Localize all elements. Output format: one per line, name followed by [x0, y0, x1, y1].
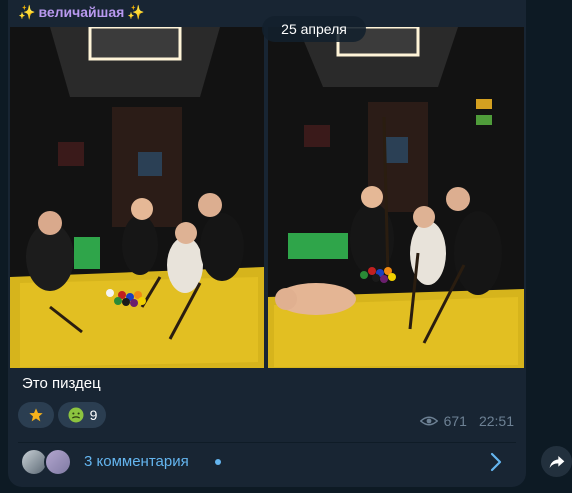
- message-caption: Это пиздец: [22, 375, 101, 392]
- message-meta: 671 22:51: [419, 413, 514, 429]
- photo-2-image: [268, 27, 524, 368]
- photo-1[interactable]: [10, 27, 264, 368]
- view-count: 671: [443, 413, 467, 429]
- share-arrow-icon: [549, 455, 564, 468]
- reaction-star[interactable]: [18, 402, 54, 428]
- comments-label: 3 комментария: [84, 453, 189, 470]
- eye-icon: [419, 416, 438, 426]
- message-time: 22:51: [478, 413, 514, 429]
- photo-2[interactable]: [268, 27, 524, 368]
- avatar: [44, 448, 72, 476]
- nauseated-face-icon: [68, 407, 84, 423]
- star-icon: [29, 408, 43, 422]
- sparkle-icon: ✨: [127, 4, 145, 20]
- reaction-nauseated[interactable]: 9: [58, 402, 106, 428]
- divider: [18, 442, 516, 443]
- date-badge: 25 апреля: [262, 16, 366, 42]
- sender-label: величайшая: [38, 4, 125, 20]
- sender-name[interactable]: ✨ величайшая ✨: [18, 2, 145, 22]
- unread-dot: [215, 459, 221, 465]
- comments-button[interactable]: 3 комментария: [18, 446, 516, 478]
- reaction-count: 9: [89, 407, 98, 423]
- share-button[interactable]: [541, 446, 572, 477]
- photo-1-image: [10, 27, 264, 368]
- chevron-right-icon: [490, 452, 502, 472]
- sparkle-icon: ✨: [18, 4, 36, 20]
